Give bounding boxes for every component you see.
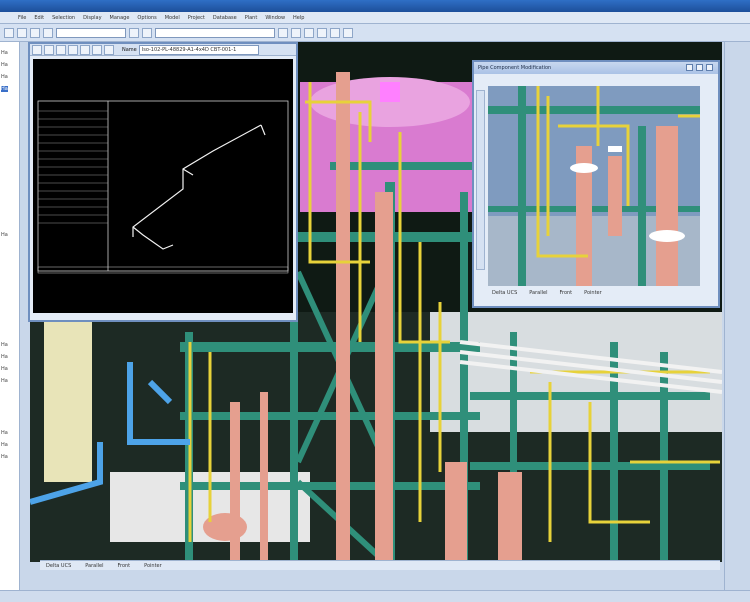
column-tan bbox=[44, 312, 92, 482]
pcm-title: Pipe Component Modification bbox=[474, 62, 718, 74]
layer-combo[interactable] bbox=[56, 27, 126, 38]
iso-save-icon[interactable] bbox=[56, 44, 66, 55]
undo-icon[interactable] bbox=[129, 27, 139, 38]
pcm-tab-delta-ucs[interactable]: Delta UCS bbox=[492, 290, 517, 296]
clip-icon[interactable] bbox=[330, 27, 340, 38]
main-toolbar bbox=[0, 24, 750, 42]
tab-parallel[interactable]: Parallel bbox=[85, 563, 103, 569]
menu-plant[interactable]: Plant bbox=[245, 15, 258, 21]
isometric-drawing[interactable] bbox=[33, 59, 293, 313]
pipe-component-window[interactable]: Pipe Component Modification Delta UCS Pa… bbox=[472, 60, 720, 308]
save-icon[interactable] bbox=[30, 27, 40, 38]
iso-zoom-out-icon[interactable] bbox=[92, 44, 102, 55]
menu-model[interactable]: Model bbox=[165, 15, 180, 21]
pan-icon[interactable] bbox=[291, 27, 301, 38]
iso-toolbar: Name Iso-102-PL-48829-A1-4x4D CBT-001-1 bbox=[30, 44, 296, 56]
menu-help[interactable]: Help bbox=[293, 15, 304, 21]
iso-fit-icon[interactable] bbox=[104, 44, 114, 55]
menu-options[interactable]: Options bbox=[137, 15, 156, 21]
tree-item[interactable]: Ha bbox=[1, 232, 8, 238]
pcm-3d-view[interactable] bbox=[488, 86, 700, 286]
tree-item[interactable]: Ha bbox=[1, 62, 8, 68]
zoom-icon[interactable] bbox=[278, 27, 288, 38]
iso-name-combo[interactable]: Iso-102-PL-48829-A1-4x4D CBT-001-1 bbox=[138, 44, 259, 55]
tree-item[interactable]: Ha bbox=[1, 50, 8, 56]
print-icon[interactable] bbox=[43, 27, 53, 38]
menu-display[interactable]: Display bbox=[83, 15, 101, 21]
menu-edit[interactable]: Edit bbox=[34, 15, 44, 21]
tree-item[interactable]: Ha bbox=[1, 454, 8, 460]
iso-name-label: Name bbox=[122, 46, 137, 53]
tab-delta-ucs[interactable]: Delta UCS bbox=[46, 563, 71, 569]
tree-item[interactable]: Ha bbox=[1, 74, 8, 80]
menu-selection[interactable]: Selection bbox=[52, 15, 75, 21]
pcm-view-tabs: Delta UCS Parallel Front Pointer bbox=[488, 288, 700, 298]
tab-pointer[interactable]: Pointer bbox=[144, 563, 162, 569]
tree-item[interactable]: Ha bbox=[1, 342, 8, 348]
pcm-tab-pointer[interactable]: Pointer bbox=[584, 290, 602, 296]
iso-zoom-icon[interactable] bbox=[80, 44, 90, 55]
walk-icon[interactable] bbox=[317, 27, 327, 38]
pcm-side-toolbar[interactable] bbox=[476, 90, 485, 270]
pcm-maximize-button[interactable] bbox=[696, 64, 703, 71]
open-icon[interactable] bbox=[17, 27, 27, 38]
new-icon[interactable] bbox=[4, 27, 14, 38]
pcm-tab-front[interactable]: Front bbox=[559, 290, 572, 296]
pcm-close-button[interactable] bbox=[706, 64, 713, 71]
tree-item[interactable]: Ha bbox=[1, 378, 8, 384]
project-tree[interactable]: Ha Ha Ha Ha Ha Ha Ha Ha Ha Ha Ha Ha bbox=[0, 42, 20, 590]
pcm-tab-parallel[interactable]: Parallel bbox=[529, 290, 547, 296]
menu-bar: File Edit Selection Display Manage Optio… bbox=[0, 12, 750, 24]
menu-manage[interactable]: Manage bbox=[110, 15, 130, 21]
iso-new-icon[interactable] bbox=[32, 44, 42, 55]
tank-nozzle bbox=[380, 82, 400, 102]
view-tabs: Delta UCS Parallel Front Pointer bbox=[40, 560, 720, 570]
measure-icon[interactable] bbox=[343, 27, 353, 38]
pcm-subtitle bbox=[474, 74, 718, 84]
menu-project[interactable]: Project bbox=[188, 15, 205, 21]
tab-front[interactable]: Front bbox=[117, 563, 130, 569]
tree-item[interactable]: Ha bbox=[1, 366, 8, 372]
right-panel-rail bbox=[724, 42, 750, 590]
iso-open-icon[interactable] bbox=[44, 44, 54, 55]
isometric-window[interactable]: Name Iso-102-PL-48829-A1-4x4D CBT-001-1 bbox=[28, 42, 298, 322]
status-bar bbox=[0, 590, 750, 602]
iso-print-icon[interactable] bbox=[68, 44, 78, 55]
rotate-icon[interactable] bbox=[304, 27, 314, 38]
menu-file[interactable]: File bbox=[18, 15, 26, 21]
redo-icon[interactable] bbox=[142, 27, 152, 38]
tree-item-selected[interactable]: Ha bbox=[1, 86, 8, 92]
tree-item[interactable]: Ha bbox=[1, 430, 8, 436]
menu-database[interactable]: Database bbox=[213, 15, 237, 21]
tree-item[interactable]: Ha bbox=[1, 354, 8, 360]
pcm-minimize-button[interactable] bbox=[686, 64, 693, 71]
menu-window[interactable]: Window bbox=[265, 15, 285, 21]
tree-item[interactable]: Ha bbox=[1, 442, 8, 448]
title-bar bbox=[0, 0, 750, 12]
element-combo[interactable] bbox=[155, 27, 275, 38]
pcm-3d-scene bbox=[488, 86, 700, 286]
isometric-drawing-svg bbox=[33, 59, 293, 313]
